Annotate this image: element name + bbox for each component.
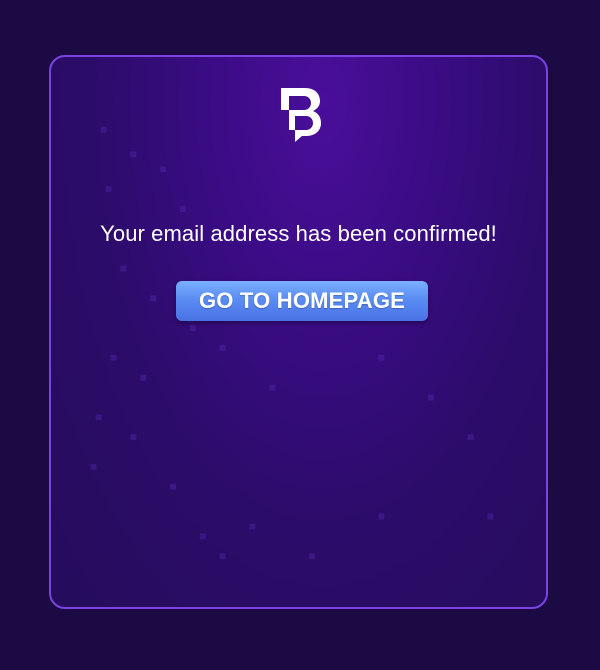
confirmation-card: Your email address has been confirmed! G… <box>49 55 548 609</box>
go-to-homepage-button[interactable]: GO TO HOMEPAGE <box>176 281 428 321</box>
brand-logo-icon <box>281 88 321 142</box>
confirmation-message: Your email address has been confirmed! <box>100 221 497 246</box>
